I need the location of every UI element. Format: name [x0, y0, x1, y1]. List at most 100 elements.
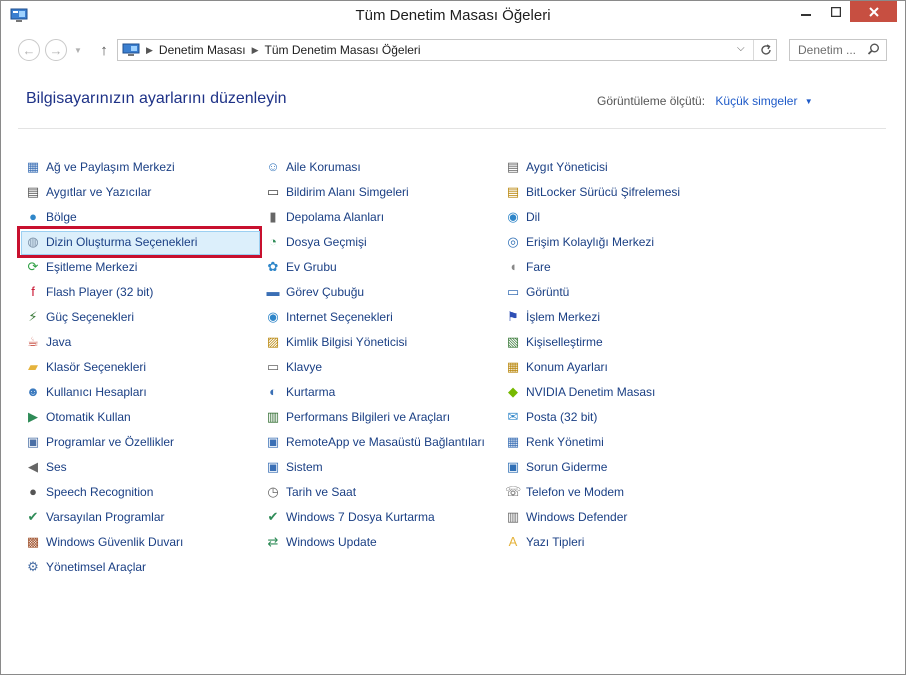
item-folder[interactable]: ▰ Klasör Seçenekleri: [25, 354, 197, 379]
item-label: Kurtarma: [286, 384, 336, 399]
item-mail[interactable]: ✉ Posta (32 bit): [505, 404, 680, 429]
up-button[interactable]: ↑: [93, 39, 115, 61]
item-speaker[interactable]: ◀ Ses: [25, 454, 197, 479]
item-label: Java: [46, 334, 72, 349]
address-dropdown-icon[interactable]: ⌵: [737, 43, 745, 54]
item-flag[interactable]: ⚑ İşlem Merkezi: [505, 304, 680, 329]
recent-locations-button[interactable]: ▼: [72, 39, 84, 61]
back-button[interactable]: ←: [18, 39, 40, 61]
search-input[interactable]: Denetim ...: [789, 39, 887, 61]
item-defender[interactable]: ▥ Windows Defender: [505, 504, 680, 529]
item-flash[interactable]: f Flash Player (32 bit): [25, 279, 197, 304]
item-microphone[interactable]: ● Speech Recognition: [25, 479, 197, 504]
item-storage[interactable]: ▮ Depolama Alanları: [265, 204, 485, 229]
close-button[interactable]: [850, 1, 897, 22]
item-label: Tarih ve Saat: [286, 484, 357, 499]
item-label: Görüntü: [526, 284, 570, 299]
sync-icon: ⟳: [27, 258, 39, 274]
control-panel-window: Tüm Denetim Masası Öğeleri ← → ▼ ↑ ▶ Den…: [0, 0, 906, 675]
item-display[interactable]: ▭ Görüntü: [505, 279, 680, 304]
folder-icon: ▰: [28, 358, 38, 374]
item-network[interactable]: ▦ Ağ ve Paylaşım Merkezi: [25, 154, 197, 179]
recovery-icon: ◐: [269, 383, 277, 399]
item-label: Telefon ve Modem: [526, 484, 625, 499]
location-icon: ▦: [506, 358, 520, 374]
speaker-icon: ◀: [28, 458, 38, 474]
minimize-button[interactable]: [791, 1, 820, 22]
item-language[interactable]: ◉ Dil: [505, 204, 680, 229]
clock-icon: ◷: [267, 483, 279, 499]
item-autoplay[interactable]: ▶ Otomatik Kullan: [25, 404, 197, 429]
item-system[interactable]: ▣ Sistem: [265, 454, 485, 479]
maximize-button[interactable]: [821, 1, 850, 22]
item-location[interactable]: ▦ Konum Ayarları: [505, 354, 680, 379]
nvidia-icon: ◆: [508, 383, 518, 399]
address-bar[interactable]: ▶ Denetim Masası ▶ Tüm Denetim Masası Öğ…: [117, 39, 777, 61]
item-label: Aygıt Yöneticisi: [526, 159, 608, 174]
item-java[interactable]: ☕ Java: [25, 329, 197, 354]
item-win7-recovery[interactable]: ✔ Windows 7 Dosya Kurtarma: [265, 504, 485, 529]
fonts-icon: A: [508, 533, 518, 549]
display-icon: ▭: [506, 283, 520, 299]
item-admin-tools[interactable]: ⚙ Yönetimsel Araçlar: [25, 554, 197, 579]
system-icon: ▣: [266, 458, 280, 474]
item-keyboard[interactable]: ▭ Klavye: [265, 354, 485, 379]
item-clock[interactable]: ◷ Tarih ve Saat: [265, 479, 485, 504]
item-internet[interactable]: ◉ Internet Seçenekleri: [265, 304, 485, 329]
forward-button[interactable]: →: [45, 39, 67, 61]
item-label: Windows Güvenlik Duvarı: [46, 534, 184, 549]
item-device-manager[interactable]: ▤ Aygıt Yöneticisi: [505, 154, 680, 179]
mouse-icon: ◖: [509, 258, 517, 274]
divider: [18, 128, 886, 129]
item-taskbar[interactable]: ▬ Görev Çubuğu: [265, 279, 485, 304]
item-sync[interactable]: ⟳ Eşitleme Merkezi: [25, 254, 197, 279]
view-by-dropdown[interactable]: Küçük simgeler: [715, 94, 797, 108]
breadcrumb-control-panel[interactable]: Denetim Masası: [159, 43, 246, 57]
items-column-3: ▤ Aygıt Yöneticisi ▤ BitLocker Sürücü Şifre…: [505, 154, 680, 554]
item-users[interactable]: ☻ Kullanıcı Hesapları: [25, 379, 197, 404]
item-phone[interactable]: ☏ Telefon ve Modem: [505, 479, 680, 504]
item-label: NVIDIA Denetim Masası: [526, 384, 656, 399]
item-label: Speech Recognition: [46, 484, 154, 499]
accessibility-icon: ◎: [507, 233, 519, 249]
performance-icon: ▥: [266, 408, 280, 424]
back-arrow-icon: ←: [22, 42, 36, 58]
breadcrumb-all-items[interactable]: Tüm Denetim Masası Öğeleri: [265, 43, 421, 57]
item-label: Yazı Tipleri: [526, 534, 585, 549]
item-label: Klasör Seçenekleri: [46, 359, 147, 374]
item-personalization[interactable]: ▧ Kişiselleştirme: [505, 329, 680, 354]
item-credential[interactable]: ▨ Kimlik Bilgisi Yöneticisi: [265, 329, 485, 354]
item-programs[interactable]: ▣ Programlar ve Özellikler: [25, 429, 197, 454]
item-performance[interactable]: ▥ Performans Bilgileri ve Araçları: [265, 404, 485, 429]
item-file-history[interactable]: ◔ Dosya Geçmişi: [265, 229, 485, 254]
item-label: İşlem Merkezi: [526, 309, 601, 324]
default-programs-icon: ✔: [27, 508, 39, 524]
item-label: Konum Ayarları: [526, 359, 608, 374]
item-mouse[interactable]: ◖ Fare: [505, 254, 680, 279]
item-globe[interactable]: ● Bölge: [25, 204, 197, 229]
item-default-programs[interactable]: ✔ Varsayılan Programlar: [25, 504, 197, 529]
device-manager-icon: ▤: [506, 158, 520, 174]
item-recovery[interactable]: ◐ Kurtarma: [265, 379, 485, 404]
view-by: Görüntüleme ölçütü: Küçük simgeler ▼: [597, 94, 813, 108]
item-troubleshoot[interactable]: ▣ Sorun Giderme: [505, 454, 680, 479]
item-power[interactable]: ⚡ Güç Seçenekleri: [25, 304, 197, 329]
search-placeholder: Denetim ...: [798, 43, 857, 57]
item-bitlocker[interactable]: ▤ BitLocker Sürücü Şifrelemesi: [505, 179, 680, 204]
chevron-down-icon[interactable]: ▼: [805, 97, 813, 106]
item-color[interactable]: ▦ Renk Yönetimi: [505, 429, 680, 454]
item-update[interactable]: ⇄ Windows Update: [265, 529, 485, 554]
refresh-button[interactable]: [753, 40, 777, 60]
item-firewall[interactable]: ▩ Windows Güvenlik Duvarı: [25, 529, 197, 554]
item-notification[interactable]: ▭ Bildirim Alanı Simgeleri: [265, 179, 485, 204]
microphone-icon: ●: [29, 483, 37, 499]
item-homegroup[interactable]: ✿ Ev Grubu: [265, 254, 485, 279]
item-label: Performans Bilgileri ve Araçları: [286, 409, 451, 424]
item-printer[interactable]: ▤ Aygıtlar ve Yazıcılar: [25, 179, 197, 204]
item-fonts[interactable]: A Yazı Tipleri: [505, 529, 680, 554]
item-remoteapp[interactable]: ▣ RemoteApp ve Masaüstü Bağlantıları: [265, 429, 485, 454]
item-nvidia[interactable]: ◆ NVIDIA Denetim Masası: [505, 379, 680, 404]
item-family[interactable]: ☺ Aile Koruması: [265, 154, 485, 179]
item-accessibility[interactable]: ◎ Erişim Kolaylığı Merkezi: [505, 229, 680, 254]
item-indexing[interactable]: ◍ Dizin Oluşturma Seçenekleri: [20, 229, 261, 255]
